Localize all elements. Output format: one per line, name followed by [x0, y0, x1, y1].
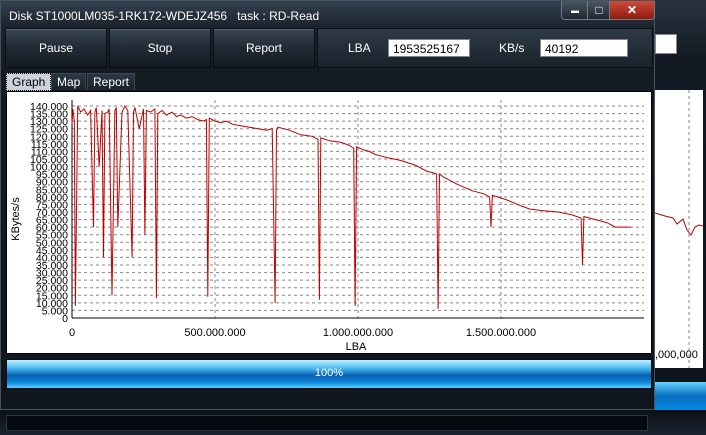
speed-chart: 0 5.000 10.000 15.000 20.000 25.000 30.000 35.0…: [6, 91, 652, 354]
stop-button-label: Stop: [147, 41, 173, 55]
y-axis-label: KBytes/s: [10, 197, 22, 241]
maximize-button[interactable]: □: [587, 1, 611, 20]
progress-label: 100%: [314, 367, 344, 379]
minimize-icon: ▬: [571, 5, 579, 15]
lba-field[interactable]: 1953525167: [388, 39, 470, 57]
disk-test-window: Disk ST1000LM035-1RK172-WDEJZ456 task : …: [0, 0, 655, 410]
background-progress-bar: [651, 382, 706, 410]
x-axis-label: LBA: [346, 341, 367, 353]
status-panel: LBA 1953525167 KB/s 40192: [317, 28, 653, 68]
progress-bar: 100%: [6, 359, 652, 389]
speed-label: KB/s: [499, 41, 525, 55]
maximize-icon: □: [595, 3, 603, 17]
tab-map[interactable]: Map: [51, 73, 87, 90]
lba-label: LBA: [348, 41, 371, 55]
y-tick-label: 140.000: [30, 101, 68, 113]
tab-graph[interactable]: Graph: [6, 73, 52, 91]
background-window-field: [655, 34, 677, 54]
x-tick-label: 1.500.000.000: [466, 327, 536, 339]
pause-button-label: Pause: [38, 41, 74, 55]
window-title: Disk ST1000LM035-1RK172-WDEJZ456 task : …: [9, 9, 320, 23]
report-button[interactable]: Report: [213, 28, 315, 68]
report-button-label: Report: [245, 41, 283, 55]
stop-button[interactable]: Stop: [109, 28, 211, 68]
x-tick-label: 1.000.000.000: [323, 327, 393, 339]
speed-chart-svg: 05.00010.00015.00020.00025.00030.00035.0…: [10, 100, 644, 353]
background-series-line: [655, 212, 703, 236]
close-button[interactable]: ✕: [609, 1, 655, 20]
x-tick-label: 0: [69, 327, 75, 339]
tab-report[interactable]: Report: [87, 73, 136, 90]
background-chart-svg: [655, 90, 703, 368]
background-window-chart: [655, 90, 703, 368]
background-x-tick-label: ,000,000: [655, 349, 698, 361]
background-bottom-bar: [6, 415, 648, 431]
x-tick-label: 500.000.000: [184, 327, 245, 339]
minimize-button[interactable]: ▬: [561, 1, 589, 20]
close-icon: ✕: [626, 3, 638, 17]
pause-button[interactable]: Pause: [5, 28, 107, 68]
speed-field[interactable]: 40192: [540, 39, 628, 57]
background-bottom-strip: [0, 410, 706, 435]
